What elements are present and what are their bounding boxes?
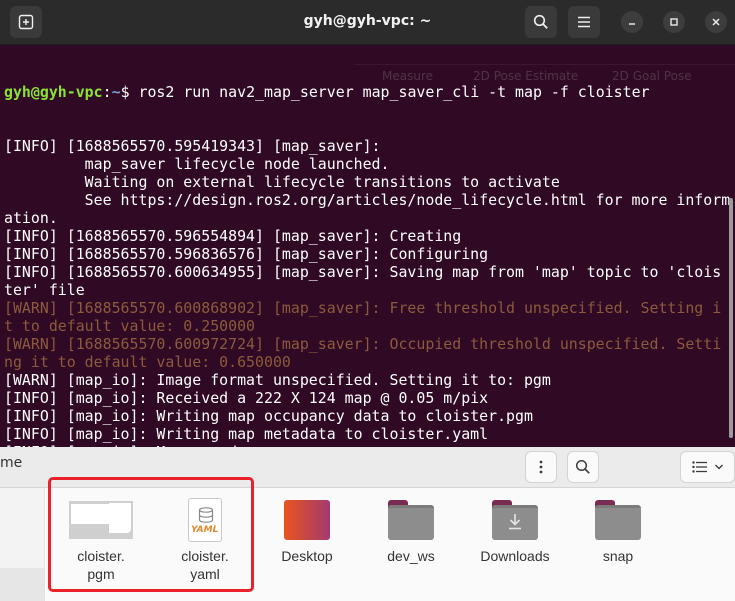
maximize-button[interactable] — [663, 11, 685, 33]
list-view-icon — [691, 461, 707, 473]
log-line: ation. — [4, 209, 58, 227]
prompt-dollar: $ — [120, 83, 139, 101]
close-icon — [712, 18, 720, 26]
terminal-window[interactable]: Measure 2D Pose Estimate 2D Goal Pose gy… — [0, 0, 735, 447]
hamburger-menu-button[interactable] — [568, 6, 600, 38]
folder-dev-ws[interactable]: dev_ws — [361, 495, 461, 565]
sidebar-item[interactable] — [0, 568, 44, 601]
folder-desktop[interactable]: Desktop — [257, 495, 357, 565]
hamburger-icon — [578, 16, 590, 28]
folder-icon — [388, 500, 434, 540]
log-line: [INFO] [1688565570.596836576] [map_saver… — [4, 245, 489, 263]
command-line: gyh@gyh-vpc:~$ ros2 run nav2_map_server … — [4, 83, 730, 101]
prompt-separator: : — [102, 83, 112, 101]
command-text: ros2 run nav2_map_server map_saver_cli -… — [138, 83, 650, 101]
yaml-file-icon: YAML — [188, 498, 222, 542]
file-search-button[interactable] — [567, 451, 599, 483]
database-icon — [198, 507, 214, 523]
log-line: [INFO] [map_io]: Received a 222 X 124 ma… — [4, 389, 489, 407]
log-line: [INFO] [1688565570.600634955] [map_saver… — [4, 263, 722, 281]
terminal-titlebar[interactable]: gyh@gyh-vpc: ~ — [0, 0, 735, 45]
log-output: [INFO] [1688565570.595419343] [map_saver… — [4, 137, 730, 447]
pgm-thumbnail-icon — [69, 501, 133, 539]
folder-label: Desktop — [281, 548, 333, 564]
folder-snap[interactable]: snap — [568, 495, 668, 565]
file-label: cloister. yaml — [181, 548, 229, 582]
prompt-user: gyh@gyh-vpc — [4, 83, 103, 101]
log-line: map_saver lifecycle node launched. — [4, 155, 390, 173]
folder-downloads[interactable]: Downloads — [465, 495, 565, 565]
maximize-icon — [670, 18, 678, 26]
folder-icon — [595, 500, 641, 540]
file-cloister-pgm[interactable]: cloister. pgm — [51, 495, 151, 583]
minimize-button[interactable] — [621, 11, 643, 33]
path-options-button[interactable] — [525, 451, 557, 483]
file-cloister-yaml[interactable]: YAML cloister. yaml — [155, 495, 255, 583]
chevron-down-icon — [714, 464, 723, 470]
folder-label: snap — [602, 548, 634, 564]
file-manager-window[interactable]: me cloister. pgm YAML cloister. yaml Des… — [0, 447, 735, 601]
path-bar-label[interactable]: me — [0, 455, 22, 471]
file-label: cloister. pgm — [77, 548, 125, 582]
folder-label: dev_ws — [387, 548, 435, 564]
log-line-warn: t to default value: 0.250000 — [4, 317, 256, 335]
log-line: ter' file — [4, 281, 85, 299]
log-line: Waiting on external lifecycle transition… — [4, 173, 560, 191]
close-button[interactable] — [705, 11, 727, 33]
log-line: [INFO] [map_io]: Writing map occupancy d… — [4, 407, 533, 425]
log-line: [INFO] [1688565570.595419343] [map_saver… — [4, 137, 381, 155]
yaml-icon-text: YAML — [191, 525, 219, 535]
minimize-icon — [629, 23, 635, 25]
file-manager-headerbar: me — [0, 447, 735, 488]
log-line: [WARN] [map_io]: Image format unspecifie… — [4, 371, 551, 389]
log-line-warn: ng it to default value: 0.650000 — [4, 353, 291, 371]
download-arrow-icon — [509, 514, 521, 530]
terminal-search-button[interactable] — [525, 6, 557, 38]
downloads-folder-icon — [492, 500, 538, 540]
log-line-warn: [WARN] [1688565570.600972724] [map_saver… — [4, 335, 722, 353]
log-line: [INFO] [1688565570.596554894] [map_saver… — [4, 227, 462, 245]
log-line: [INFO] [map_io]: Writing map metadata to… — [4, 425, 489, 443]
terminal-output[interactable]: gyh@gyh-vpc:~$ ros2 run nav2_map_server … — [4, 47, 730, 447]
desktop-folder-icon — [284, 500, 330, 540]
search-icon — [575, 459, 590, 474]
terminal-scrollbar[interactable] — [729, 198, 733, 438]
folder-label: Downloads — [480, 548, 550, 564]
log-line: See https://design.ros2.org/articles/nod… — [4, 191, 730, 209]
vertical-dots-icon — [539, 460, 543, 474]
search-icon — [533, 14, 548, 29]
view-options-button[interactable] — [680, 451, 735, 483]
prompt-path: ~ — [111, 83, 121, 101]
log-line-warn: [WARN] [1688565570.600868902] [map_saver… — [4, 299, 722, 317]
